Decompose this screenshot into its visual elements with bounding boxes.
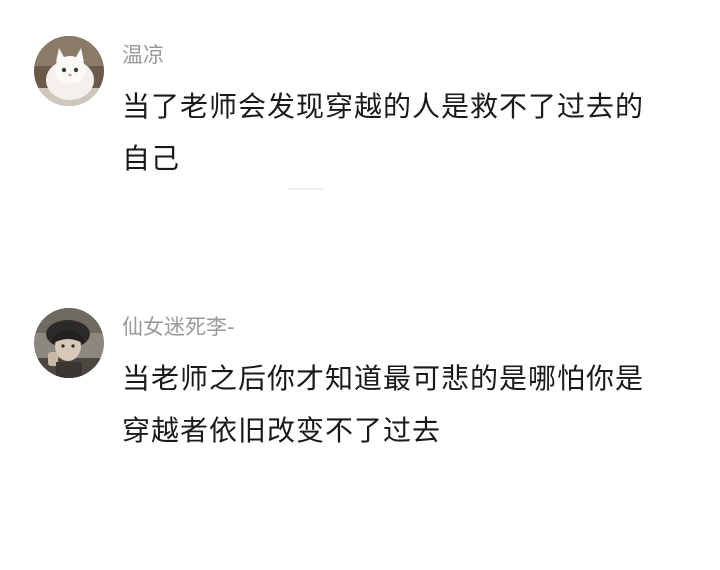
comment-line: 穿越者依旧改变不了过去: [122, 414, 442, 447]
comment-text: 当了老师会发现穿越的人是救不了过去的 自己: [122, 81, 682, 185]
comment-line: 当老师之后你才知道最可悲的是哪怕你是: [122, 362, 645, 395]
comment-line: 自己: [122, 142, 181, 175]
white-cat-avatar-icon: [34, 36, 104, 106]
user-avatar[interactable]: [34, 308, 104, 378]
username[interactable]: 仙女迷死李-: [122, 312, 235, 342]
comment-text: 当老师之后你才知道最可悲的是哪怕你是 穿越者依旧改变不了过去: [122, 353, 682, 457]
user-avatar[interactable]: [34, 36, 104, 106]
girl-portrait-avatar-icon: [34, 308, 104, 378]
comment-line: 当了老师会发现穿越的人是救不了过去的: [122, 90, 645, 123]
divider: [288, 188, 324, 190]
username[interactable]: 温凉: [122, 40, 164, 70]
